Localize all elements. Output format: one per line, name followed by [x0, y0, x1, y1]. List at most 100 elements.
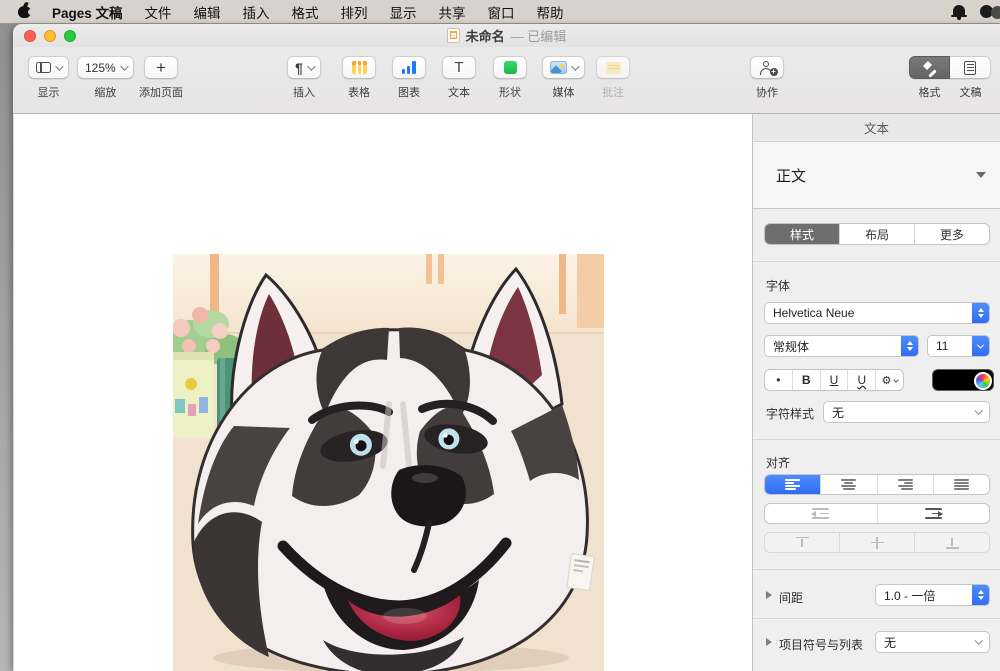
font-weight-select[interactable]: 常规体 [764, 335, 919, 357]
menu-share[interactable]: 共享 [428, 2, 477, 22]
add-page-button[interactable]: + [144, 56, 178, 79]
chevron-down-icon [571, 62, 579, 70]
menu-insert[interactable]: 插入 [232, 2, 281, 22]
increase-indent-icon [925, 508, 942, 519]
media-icon [550, 61, 567, 74]
comment-icon [606, 62, 621, 74]
decrease-indent-icon [812, 508, 829, 519]
menu-view[interactable]: 显示 [379, 2, 428, 22]
pilcrow-icon: ¶ [295, 61, 303, 75]
menu-file[interactable]: 文件 [134, 2, 183, 22]
chevron-down-icon [969, 402, 989, 422]
character-format-buttons: • B U U ⚙ [764, 369, 904, 391]
menu-window[interactable]: 窗口 [477, 2, 526, 22]
font-size-select[interactable]: 11 [927, 335, 990, 357]
bullets-select[interactable]: 无 [875, 631, 990, 653]
document-button[interactable] [950, 56, 991, 79]
align-justify-button[interactable] [934, 475, 989, 494]
format-button[interactable] [909, 56, 950, 79]
text-button[interactable]: T [442, 56, 476, 79]
underline-button[interactable]: U [821, 370, 849, 390]
document-edited-badge: — 已编辑 [511, 26, 567, 45]
font-section-label: 字体 [766, 277, 790, 294]
menu-app[interactable]: Pages 文稿 [41, 2, 134, 22]
table-button[interactable] [342, 56, 376, 79]
font-size-value: 11 [928, 339, 972, 353]
toolbar-table: 表格 [342, 56, 376, 100]
paragraph-style-picker[interactable]: 正文 [753, 142, 1000, 209]
gear-button[interactable]: ⚙ [876, 370, 903, 390]
stepper-icon[interactable] [972, 585, 989, 605]
triangle-down-icon [976, 172, 986, 178]
font-family-select[interactable]: Helvetica Neue [764, 302, 990, 324]
valign-top-button [765, 533, 840, 552]
close-button[interactable] [24, 30, 36, 42]
valign-bottom-button [915, 533, 989, 552]
bold-button[interactable]: B [793, 370, 821, 390]
menu-format[interactable]: 格式 [281, 2, 330, 22]
align-center-button[interactable] [821, 475, 877, 494]
media-button[interactable] [542, 56, 585, 79]
stepper-icon[interactable] [901, 336, 918, 356]
insert-button[interactable]: ¶ [287, 56, 321, 79]
tab-more[interactable]: 更多 [915, 224, 989, 244]
spacing-select[interactable]: 1.0 - 一倍 [875, 584, 990, 606]
chart-icon [402, 61, 417, 74]
valign-bottom-icon [946, 537, 959, 549]
zoom-label: 缩放 [94, 84, 116, 100]
char-style-select[interactable]: 无 [823, 401, 990, 423]
bullets-value: 无 [876, 634, 969, 651]
apple-menu[interactable] [18, 3, 31, 21]
tab-layout[interactable]: 布局 [840, 224, 915, 244]
format-inspector: 文本 正文 样式 布局 更多 字体 Helvetica Neue 常规体 [752, 114, 1000, 671]
menu-bar: Pages 文稿 文件 编辑 插入 格式 排列 显示 共享 窗口 帮助 [0, 0, 1000, 24]
underline-wavy-button[interactable]: U [848, 370, 876, 390]
disclosure-triangle-icon[interactable] [766, 638, 772, 646]
align-right-button[interactable] [878, 475, 934, 494]
minimize-button[interactable] [44, 30, 56, 42]
document-page[interactable] [13, 114, 752, 671]
husky-pillow-image[interactable] [173, 254, 604, 671]
chevron-down-icon [893, 377, 899, 383]
zoom-window-button[interactable] [64, 30, 76, 42]
view-icon [36, 62, 51, 73]
comment-button [596, 56, 630, 79]
chevron-down-icon[interactable] [972, 336, 989, 356]
emphasis-dot-button[interactable]: • [765, 370, 793, 390]
shape-button[interactable] [493, 56, 527, 79]
increase-indent-button[interactable] [878, 504, 990, 523]
menu-help[interactable]: 帮助 [526, 2, 575, 22]
menu-arrange[interactable]: 排列 [330, 2, 379, 22]
align-justify-icon [954, 479, 969, 490]
color-wheel-icon[interactable] [974, 372, 992, 390]
align-left-button[interactable] [765, 475, 821, 494]
menu-edit[interactable]: 编辑 [183, 2, 232, 22]
toolbar-text: T 文本 [442, 56, 476, 100]
bullets-label: 项目符号与列表 [779, 636, 863, 653]
chevron-down-icon [120, 62, 128, 70]
font-weight-value: 常规体 [765, 338, 901, 355]
title-bar[interactable]: 未命名 — 已编辑 [13, 24, 1000, 47]
spacing-value: 1.0 - 一倍 [876, 587, 972, 604]
disclosure-triangle-icon[interactable] [766, 591, 772, 599]
control-center-icon[interactable] [980, 5, 1000, 19]
zoom-button[interactable]: 125% [77, 56, 134, 79]
horizontal-alignment-group [764, 474, 990, 495]
inspector-title: 文本 [864, 118, 889, 137]
zoom-value: 125% [85, 61, 116, 75]
document-icon [964, 61, 976, 75]
text-color-well[interactable] [932, 369, 994, 391]
collaborate-button[interactable]: + [750, 56, 784, 79]
stepper-icon[interactable] [972, 303, 989, 323]
notification-bell-icon[interactable] [952, 4, 966, 20]
toolbar-collaborate: + 协作 [750, 56, 784, 100]
tab-style[interactable]: 样式 [765, 224, 840, 244]
view-button[interactable] [28, 56, 69, 79]
pages-window: 未命名 — 已编辑 显示 125% 缩放 + 添加页面 ¶ [13, 24, 1000, 671]
toolbar: 显示 125% 缩放 + 添加页面 ¶ 插入 表格 图表 [13, 47, 1000, 114]
shape-icon [504, 61, 517, 74]
toolbar-insert: ¶ 插入 [287, 56, 321, 100]
apple-icon [18, 3, 31, 18]
chart-button[interactable] [392, 56, 426, 79]
vertical-alignment-group [764, 532, 990, 553]
